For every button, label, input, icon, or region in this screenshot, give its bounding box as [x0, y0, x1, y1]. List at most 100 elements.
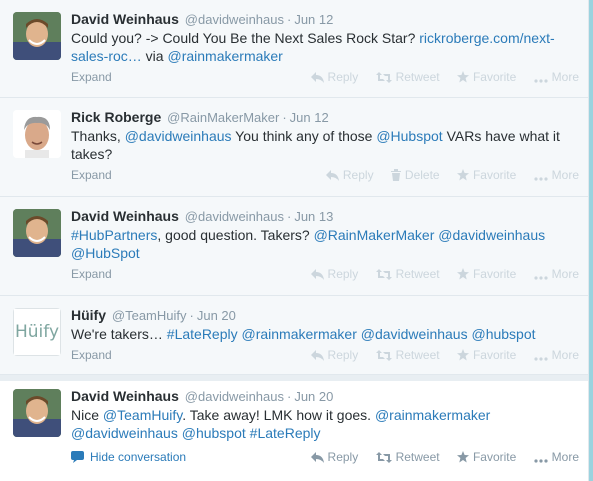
favorite-button[interactable]: Favorite	[456, 68, 517, 86]
star-icon	[456, 169, 469, 181]
scrollbar[interactable]	[589, 0, 593, 481]
tweet-username[interactable]: @davidweinhaus	[185, 12, 284, 27]
more-dots-icon	[534, 459, 548, 463]
tweet-text-part: . Take away! LMK how it goes.	[182, 407, 375, 423]
dot-separator: ·	[189, 308, 194, 323]
tweet-timestamp[interactable]: Jun 20	[294, 389, 333, 404]
tweet-mention[interactable]: @RainMakerMaker	[314, 227, 435, 243]
delete-button[interactable]: Delete	[390, 166, 440, 184]
tweet-fullname[interactable]: Rick Roberge	[71, 109, 161, 125]
expand-link[interactable]: Expand	[71, 265, 112, 283]
hide-conversation-link[interactable]: Hide conversation	[71, 448, 186, 466]
tweet-fullname[interactable]: Hüify	[71, 307, 106, 323]
avatar-rick-roberge[interactable]	[13, 110, 61, 158]
more-label: More	[551, 348, 579, 362]
more-button[interactable]: More	[534, 166, 579, 184]
retweet-icon	[375, 269, 392, 280]
tweet-text-part: via	[141, 48, 168, 64]
more-dots-icon	[534, 276, 548, 280]
reply-button[interactable]: Reply	[310, 68, 359, 86]
reply-button[interactable]: Reply	[310, 265, 359, 283]
tweet-timestamp[interactable]: Jun 20	[197, 308, 236, 323]
retweet-button[interactable]: Retweet	[375, 68, 440, 86]
avatar-david-weinhaus[interactable]	[13, 209, 61, 257]
tweet-text: We're takers… #LateReply @rainmakermaker…	[71, 325, 571, 343]
tweet-mention[interactable]: @hubspot	[182, 425, 246, 441]
tweet-mention[interactable]: @HubSpot	[71, 245, 140, 261]
favorite-button[interactable]: Favorite	[456, 448, 516, 466]
tweet-fullname[interactable]: David Weinhaus	[71, 208, 179, 224]
tweet-fullname[interactable]: David Weinhaus	[71, 11, 179, 27]
tweet-text: Could you? -> Could You Be the Next Sale…	[71, 29, 571, 65]
reply-label: Reply	[327, 450, 359, 464]
more-button[interactable]: More	[534, 346, 579, 364]
tweet-item[interactable]: Hüify Hüify @TeamHuify · Jun 20 We're take…	[0, 296, 588, 375]
retweet-button[interactable]: Retweet	[375, 346, 440, 364]
tweet-text-part: , good question. Takers?	[157, 227, 314, 243]
reply-label: Reply	[327, 267, 359, 281]
tweet-item-focused[interactable]: David Weinhaus @davidweinhaus · Jun 20 Nic…	[0, 375, 588, 481]
tweet-timestamp[interactable]: Jun 12	[294, 12, 333, 27]
hide-conversation-label: Hide conversation	[90, 450, 187, 464]
tweet-username[interactable]: @davidweinhaus	[185, 209, 284, 224]
tweet-fullname[interactable]: David Weinhaus	[71, 388, 179, 404]
favorite-label: Favorite	[472, 348, 517, 362]
tweet-item[interactable]: David Weinhaus @davidweinhaus · Jun 13 #Hu…	[0, 197, 588, 296]
dot-separator: ·	[286, 12, 292, 27]
tweet-username[interactable]: @RainMakerMaker	[167, 110, 279, 125]
tweet-timestamp[interactable]: Jun 13	[294, 209, 333, 224]
tweet-mention[interactable]: @rainmakermaker	[242, 326, 357, 342]
favorite-label: Favorite	[472, 168, 517, 182]
favorite-button[interactable]: Favorite	[456, 166, 517, 184]
retweet-label: Retweet	[395, 348, 440, 362]
more-button[interactable]: More	[534, 265, 579, 283]
tweet-text-part: We're takers…	[71, 326, 167, 342]
avatar-huify[interactable]: Hüify	[13, 308, 61, 356]
tweet-mention[interactable]: @davidweinhaus	[125, 128, 232, 144]
tweet-mention[interactable]: @Hubspot	[376, 128, 442, 144]
expand-link[interactable]: Expand	[71, 346, 112, 364]
tweet-text: Nice @TeamHuify. Take away! LMK how it g…	[71, 406, 571, 442]
tweet-hashtag[interactable]: #LateReply	[167, 326, 238, 342]
huify-logo: Hüify	[13, 308, 61, 356]
reply-label: Reply	[327, 348, 359, 362]
reply-button[interactable]: Reply	[325, 166, 374, 184]
tweet-mention[interactable]: @davidweinhaus	[361, 326, 468, 342]
reply-label: Reply	[327, 70, 359, 84]
retweet-label: Retweet	[395, 450, 440, 464]
avatar-david-weinhaus[interactable]	[13, 389, 61, 437]
more-label: More	[551, 168, 579, 182]
more-button[interactable]: More	[534, 68, 579, 86]
delete-label: Delete	[404, 168, 440, 182]
tweet-username[interactable]: @TeamHuify	[112, 308, 187, 323]
expand-link[interactable]: Expand	[71, 68, 112, 86]
tweet-text: Thanks, @davidweinhaus You think any of …	[71, 127, 571, 163]
tweet-item[interactable]: Rick Roberge @RainMakerMaker · Jun 12 Than…	[0, 98, 588, 197]
star-icon	[456, 71, 469, 83]
more-button[interactable]: More	[534, 448, 579, 466]
tweet-mention[interactable]: @rainmakermaker	[375, 407, 490, 423]
tweet-item[interactable]: David Weinhaus @davidweinhaus · Jun 12 Cou…	[0, 0, 588, 98]
tweet-mention[interactable]: @TeamHuify	[103, 407, 182, 423]
retweet-icon	[375, 350, 392, 361]
tweet-mention[interactable]: @davidweinhaus	[71, 425, 178, 441]
reply-button[interactable]: Reply	[310, 346, 359, 364]
retweet-icon	[375, 72, 392, 83]
reply-label: Reply	[342, 168, 374, 182]
favorite-label: Favorite	[472, 70, 517, 84]
more-dots-icon	[534, 79, 548, 83]
expand-link[interactable]: Expand	[71, 166, 112, 184]
tweet-hashtag[interactable]: #LateReply	[250, 425, 321, 441]
tweet-mention[interactable]: @rainmakermaker	[167, 48, 282, 64]
tweet-hashtag[interactable]: #HubPartners	[71, 227, 157, 243]
retweet-button[interactable]: Retweet	[375, 448, 440, 466]
tweet-username[interactable]: @davidweinhaus	[185, 389, 284, 404]
favorite-button[interactable]: Favorite	[456, 346, 517, 364]
retweet-button[interactable]: Retweet	[375, 265, 440, 283]
tweet-mention[interactable]: @hubspot	[471, 326, 535, 342]
favorite-button[interactable]: Favorite	[456, 265, 516, 283]
reply-button[interactable]: Reply	[310, 448, 359, 466]
tweet-mention[interactable]: @davidweinhaus	[438, 227, 545, 243]
avatar-david-weinhaus[interactable]	[13, 12, 61, 60]
tweet-timestamp[interactable]: Jun 12	[290, 110, 329, 125]
